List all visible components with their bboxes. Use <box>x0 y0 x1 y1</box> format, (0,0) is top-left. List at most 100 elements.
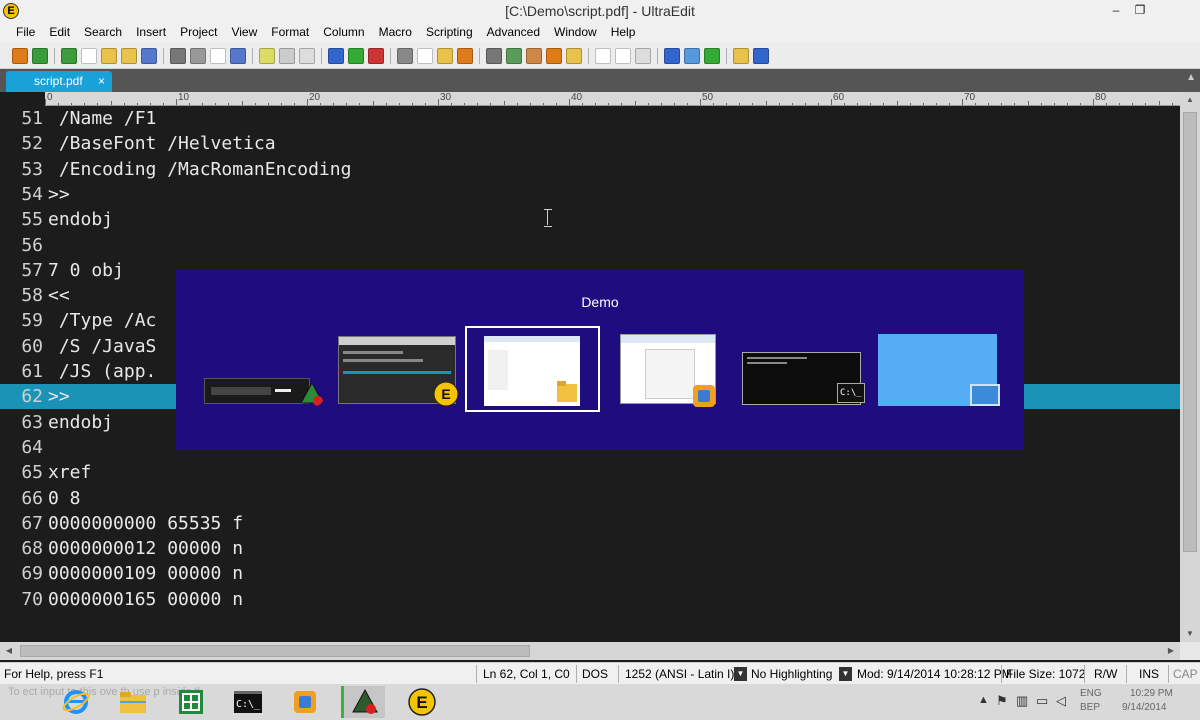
code-text[interactable]: /Name /F1 <box>48 106 157 131</box>
code-line[interactable]: 54 >> <box>0 182 1180 207</box>
browser-icon[interactable] <box>664 48 680 64</box>
copy-icon[interactable] <box>417 48 433 64</box>
find-icon[interactable] <box>230 48 246 64</box>
switcher-thumb-command-prompt[interactable]: C:\_ <box>742 352 865 405</box>
code-line[interactable]: 56 <box>0 233 1180 258</box>
status-insert-mode[interactable]: INS <box>1139 667 1159 681</box>
switcher-thumb-desktop[interactable] <box>878 334 1000 406</box>
print-icon[interactable] <box>170 48 186 64</box>
menu-advanced[interactable]: Advanced <box>480 22 547 43</box>
switcher-thumb-virtual-machine[interactable] <box>620 334 716 407</box>
clock-date[interactable]: 9/14/2014 <box>1122 702 1167 713</box>
email-icon[interactable] <box>684 48 700 64</box>
compare-icon[interactable] <box>486 48 502 64</box>
scroll-left-icon[interactable]: ◀ <box>0 642 18 660</box>
menu-edit[interactable]: Edit <box>42 22 77 43</box>
horizontal-scroll-thumb[interactable] <box>20 645 530 657</box>
taskbar-command-prompt[interactable]: C:\_ <box>226 686 270 718</box>
code-text[interactable]: >> <box>48 182 70 207</box>
tab-close-icon[interactable]: × <box>98 74 105 88</box>
status-read-write[interactable]: R/W <box>1094 667 1117 681</box>
menu-project[interactable]: Project <box>173 22 224 43</box>
code-line[interactable]: 65 xref <box>0 460 1180 485</box>
tab-script-pdf[interactable]: script.pdf × <box>6 71 112 92</box>
flag-icon[interactable]: ⚑ <box>996 693 1008 709</box>
code-text[interactable]: /BaseFont /Helvetica <box>48 131 276 156</box>
word-wrap-icon[interactable] <box>279 48 295 64</box>
code-text[interactable]: endobj <box>48 410 113 435</box>
save-icon[interactable] <box>141 48 157 64</box>
code-text[interactable]: 0000000109 00000 n <box>48 561 243 586</box>
menu-scripting[interactable]: Scripting <box>419 22 480 43</box>
paste-icon[interactable] <box>437 48 453 64</box>
back-nav-icon[interactable] <box>328 48 344 64</box>
code-line[interactable]: 67 0000000000 65535 f <box>0 511 1180 536</box>
code-text[interactable]: 0 8 <box>48 486 81 511</box>
code-text[interactable]: 0000000012 00000 n <box>48 536 243 561</box>
menu-format[interactable]: Format <box>264 22 316 43</box>
taskbar-virtual-machine[interactable] <box>283 686 327 718</box>
menu-macro[interactable]: Macro <box>372 22 419 43</box>
tips-icon[interactable] <box>733 48 749 64</box>
code-text[interactable]: endobj <box>48 207 113 232</box>
code-text[interactable]: xref <box>48 460 91 485</box>
taskbar-ultraedit[interactable]: E <box>400 686 444 718</box>
cut-icon[interactable] <box>397 48 413 64</box>
network-icon[interactable]: ▥ <box>1016 693 1028 709</box>
code-line[interactable]: 55 endobj <box>0 207 1180 232</box>
stop-icon[interactable] <box>368 48 384 64</box>
code-line[interactable]: 52 /BaseFont /Helvetica <box>0 131 1180 156</box>
toggle-view-icon[interactable] <box>299 48 315 64</box>
help-icon[interactable] <box>753 48 769 64</box>
spell-check-icon[interactable] <box>210 48 226 64</box>
input-region[interactable]: BEP <box>1080 702 1100 713</box>
code-line[interactable]: 66 0 8 <box>0 486 1180 511</box>
ftp-upload-icon[interactable] <box>566 48 582 64</box>
print-preview-icon[interactable] <box>190 48 206 64</box>
display-icon[interactable]: ▭ <box>1036 693 1048 709</box>
code-text[interactable]: /Type /Ac <box>48 308 157 333</box>
taskbar-media-app[interactable] <box>341 686 385 718</box>
ftp-icon[interactable] <box>546 48 562 64</box>
scroll-down-icon[interactable]: ▼ <box>1180 626 1200 642</box>
code-text[interactable]: >> <box>48 384 70 409</box>
sort-icon[interactable] <box>506 48 522 64</box>
menu-column[interactable]: Column <box>316 22 371 43</box>
switcher-thumb-media-app[interactable] <box>204 378 324 406</box>
status-encoding[interactable]: 1252 (ANSI - Latin I) <box>625 667 734 681</box>
vertical-scroll-thumb[interactable] <box>1183 112 1197 552</box>
taskbar-internet-explorer[interactable] <box>54 686 98 718</box>
highlighting-dropdown-icon[interactable]: ▼ <box>839 667 852 681</box>
switcher-thumb-file-explorer[interactable] <box>465 326 600 412</box>
back-arrow-icon[interactable] <box>32 48 48 64</box>
new-document-icon[interactable] <box>81 48 97 64</box>
forward-nav-icon[interactable] <box>348 48 364 64</box>
volume-icon[interactable]: ◁ <box>1056 693 1066 709</box>
code-line[interactable]: 68 0000000012 00000 n <box>0 536 1180 561</box>
show-hidden-icons-icon[interactable]: ▲ <box>978 694 989 706</box>
restore-button[interactable]: ❐ <box>1128 2 1152 18</box>
window-list-icon[interactable] <box>635 48 651 64</box>
code-line[interactable]: 51 /Name /F1 <box>0 106 1180 131</box>
column-mode-icon[interactable] <box>259 48 275 64</box>
menu-file[interactable]: File <box>9 22 42 43</box>
window-cascade-icon[interactable] <box>615 48 631 64</box>
tab-list-chevron-icon[interactable]: ▲ <box>1186 72 1196 83</box>
scroll-right-icon[interactable]: ▶ <box>1162 642 1180 660</box>
refresh-icon[interactable] <box>704 48 720 64</box>
clock-time[interactable]: 10:29 PM <box>1130 688 1173 699</box>
input-language[interactable]: ENG <box>1080 688 1102 699</box>
code-line[interactable]: 70 0000000165 00000 n <box>0 587 1180 612</box>
menu-search[interactable]: Search <box>77 22 129 43</box>
window-tile-icon[interactable] <box>595 48 611 64</box>
status-line-ending[interactable]: DOS <box>582 667 608 681</box>
code-text[interactable]: 7 0 obj <box>48 258 124 283</box>
new-file-icon[interactable] <box>12 48 28 64</box>
code-text[interactable]: /Encoding /MacRomanEncoding <box>48 157 352 182</box>
code-line[interactable]: 69 0000000109 00000 n <box>0 561 1180 586</box>
horizontal-scrollbar[interactable]: ◀ ▶ <box>0 642 1180 660</box>
code-text[interactable]: 0000000165 00000 n <box>48 587 243 612</box>
encoding-dropdown-icon[interactable]: ▼ <box>734 667 747 681</box>
code-text[interactable]: /S /JavaS <box>48 334 157 359</box>
taskbar-excel[interactable] <box>169 686 213 718</box>
